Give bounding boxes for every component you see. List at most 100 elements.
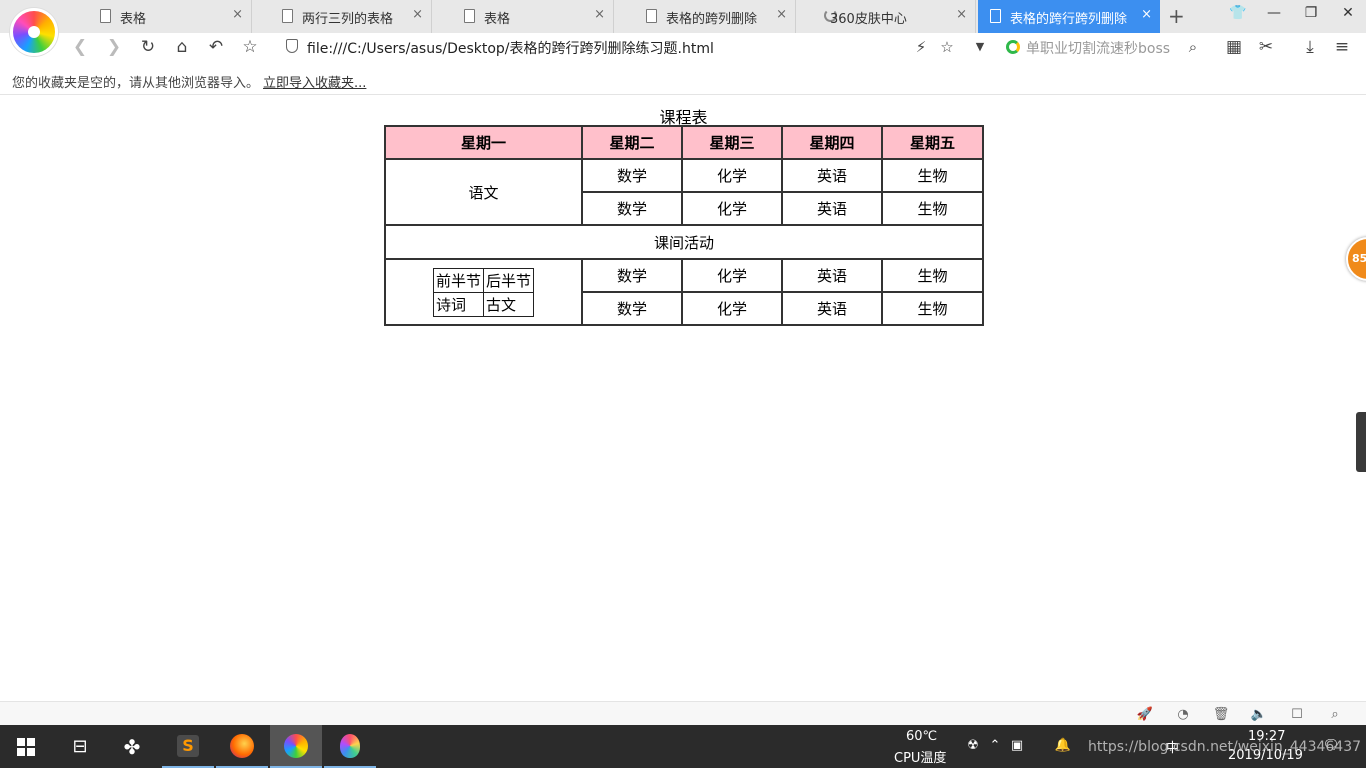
bookmark-star-icon[interactable]: ☆: [935, 35, 959, 59]
table-cell: 化学: [681, 291, 783, 326]
tab-3[interactable]: 表格 ×: [444, 0, 614, 33]
firefox-button[interactable]: [216, 725, 268, 768]
nested-cell: 后半节: [482, 267, 535, 293]
nested-table: 前半节 后半节 诗词 古文: [432, 267, 535, 317]
watermark-text: https://blog.csdn.net/weixin_44346437: [1088, 739, 1362, 755]
tab-close-icon[interactable]: ×: [956, 7, 967, 22]
header-cell: 星期五: [881, 125, 984, 160]
sublime-icon: S: [177, 734, 199, 757]
tab-close-icon[interactable]: ×: [594, 7, 605, 22]
search-icon[interactable]: ⌕: [1181, 35, 1205, 59]
pinwheel-app-icon[interactable]: ✤: [106, 725, 158, 768]
trash-icon[interactable]: 🗑: [1212, 706, 1230, 724]
header-cell: 星期四: [781, 125, 883, 160]
browser-status-bar: 🚀 ◔ 🗑 🔈 ☐ ⌕: [0, 701, 1366, 725]
tab-label: 表格: [120, 12, 147, 27]
bookmark-empty-message: 您的收藏夹是空的，请从其他浏览器导入。: [12, 76, 260, 91]
header-cell: 星期一: [384, 125, 583, 160]
browser-logo-icon[interactable]: [10, 8, 58, 56]
table-cell: 生物: [881, 258, 984, 293]
document-icon: [464, 9, 475, 23]
table-cell: 数学: [581, 291, 683, 326]
skin-icon[interactable]: 👕: [1224, 5, 1252, 27]
forward-icon[interactable]: ❯: [102, 35, 126, 59]
floating-speed-badge[interactable]: 85: [1346, 237, 1366, 281]
download-icon[interactable]: ⤓: [1298, 35, 1322, 59]
table-cell: 英语: [781, 258, 883, 293]
side-panel-handle[interactable]: [1356, 412, 1366, 472]
chevron-up-icon[interactable]: ⌃: [986, 737, 1004, 755]
import-bookmarks-link[interactable]: 立即导入收藏夹...: [263, 72, 366, 91]
notification-bell-icon[interactable]: 🔔: [1054, 737, 1072, 755]
tab-2[interactable]: 两行三列的表格 ×: [262, 0, 432, 33]
task-view-icon[interactable]: ⊟: [54, 725, 106, 768]
start-button[interactable]: [0, 725, 52, 768]
tab-label: 360皮肤中心: [830, 12, 907, 27]
tab-close-icon[interactable]: ×: [1141, 7, 1152, 22]
tab-close-icon[interactable]: ×: [776, 7, 787, 22]
nested-cell: 前半节: [432, 267, 485, 293]
table-cell: 化学: [681, 258, 783, 293]
table-cell: 化学: [681, 158, 783, 193]
table-cell: 英语: [781, 291, 883, 326]
volume-icon[interactable]: 🔈: [1250, 706, 1268, 724]
tab-4[interactable]: 表格的跨列删除 ×: [626, 0, 796, 33]
restore-button[interactable]: ❐: [1297, 5, 1325, 27]
search-box[interactable]: 单职业切割流速秒boss: [1004, 35, 1204, 59]
table-cell: 数学: [581, 191, 683, 226]
lightning-icon[interactable]: ⚡: [909, 35, 933, 59]
balloon-app-button[interactable]: [324, 725, 376, 768]
apps-grid-icon[interactable]: ▦: [1222, 35, 1246, 59]
nested-cell: 诗词: [432, 291, 485, 317]
reload-icon[interactable]: ↻: [136, 35, 160, 59]
header-row: 星期一 星期二 星期三 星期四 星期五: [384, 125, 984, 160]
table-cell: 化学: [681, 191, 783, 226]
header-cell: 星期三: [681, 125, 783, 160]
table-row: 前半节 后半节 诗词 古文 数学 化学 英语 生物: [384, 258, 984, 326]
dropdown-chevron-icon[interactable]: ▼: [968, 35, 992, 59]
tab-close-icon[interactable]: ×: [232, 7, 243, 22]
windows-logo-icon: [17, 737, 35, 756]
network-icon[interactable]: ▣: [1008, 737, 1026, 755]
document-icon: [282, 9, 293, 23]
balloon-icon: [340, 733, 360, 758]
home-icon[interactable]: ⌂: [170, 35, 194, 59]
new-tab-button[interactable]: +: [1168, 4, 1185, 28]
address-bar[interactable]: file:///C:/Users/asus/Desktop/表格的跨行跨列删除练…: [284, 35, 994, 59]
shield-tray-icon[interactable]: ☢: [964, 737, 982, 755]
zoom-icon[interactable]: ⌕: [1326, 706, 1344, 724]
search-engine-icon: [1006, 40, 1020, 54]
table-cell: 生物: [881, 291, 984, 326]
back-icon[interactable]: ❮: [68, 35, 92, 59]
speed-icon[interactable]: ◔: [1174, 706, 1192, 724]
undo-close-icon[interactable]: ↶: [204, 35, 228, 59]
360-browser-icon: [284, 733, 308, 758]
document-icon: [646, 9, 657, 23]
document-icon: [100, 9, 111, 23]
tab-5[interactable]: 360皮肤中心 ×: [806, 0, 976, 33]
tab-1[interactable]: 表格 ×: [80, 0, 252, 33]
nested-cell: 古文: [482, 291, 535, 317]
table-cell: 生物: [881, 158, 984, 193]
rocket-icon[interactable]: 🚀: [1136, 706, 1154, 724]
favorite-star-icon[interactable]: ☆: [238, 35, 262, 59]
screenshot-scissors-icon[interactable]: ✂: [1254, 35, 1278, 59]
menu-icon[interactable]: ≡: [1330, 35, 1354, 59]
tab-6-active[interactable]: 表格的跨行跨列删除 ×: [978, 0, 1160, 33]
window-icon[interactable]: ☐: [1288, 706, 1306, 724]
table-cell: 数学: [581, 258, 683, 293]
search-placeholder[interactable]: 单职业切割流速秒boss: [1026, 38, 1170, 58]
close-window-button[interactable]: ✕: [1334, 5, 1362, 27]
header-cell: 星期二: [581, 125, 683, 160]
table-cell: 英语: [781, 158, 883, 193]
security-shield-icon: [286, 39, 298, 53]
minimize-button[interactable]: —: [1260, 5, 1288, 27]
sublime-text-button[interactable]: S: [162, 725, 214, 768]
schedule-table: 星期一 星期二 星期三 星期四 星期五 语文 数学 化学 英语 生物 数学 化学…: [384, 125, 984, 326]
bookmark-bar: 您的收藏夹是空的，请从其他浏览器导入。 立即导入收藏夹...: [0, 65, 1366, 95]
360-browser-button[interactable]: [270, 725, 322, 768]
tab-label: 两行三列的表格: [302, 12, 394, 27]
firefox-icon: [230, 733, 254, 758]
tab-close-icon[interactable]: ×: [412, 7, 423, 22]
address-text[interactable]: file:///C:/Users/asus/Desktop/表格的跨行跨列删除练…: [307, 38, 714, 58]
